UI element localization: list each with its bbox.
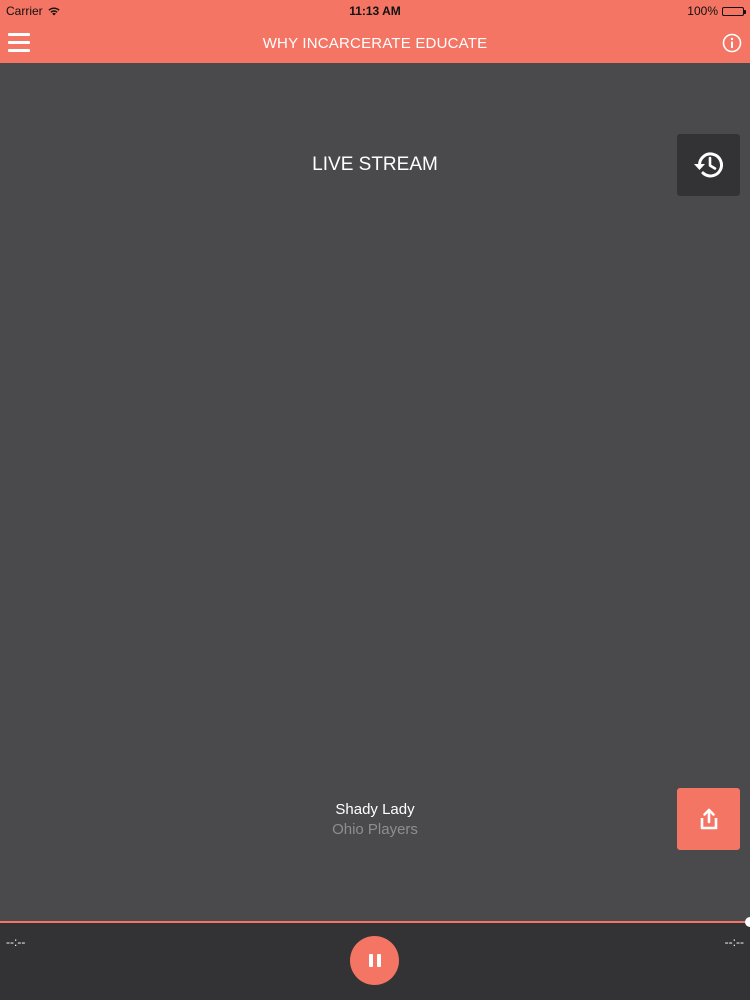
time-elapsed: --:-- [6, 935, 26, 949]
status-bar: Carrier 11:13 AM 100% [0, 0, 750, 22]
section-title: LIVE STREAM [312, 154, 438, 175]
hamburger-menu-icon[interactable] [8, 33, 30, 53]
progress-bar[interactable] [0, 917, 750, 927]
track-artist: Ohio Players [332, 821, 418, 838]
app-screen: Carrier 11:13 AM 100% WHY INCARCERATE ED… [0, 0, 750, 1000]
share-icon [700, 808, 717, 830]
history-clock-icon [693, 152, 723, 178]
battery-icon [722, 6, 746, 16]
nav-bar: WHY INCARCERATE EDUCATE [0, 22, 750, 63]
main-content: LIVE STREAM Shady Lady Ohio Players [0, 63, 750, 921]
share-button[interactable] [677, 788, 740, 850]
track-title: Shady Lady [335, 801, 415, 818]
status-battery: 100% [687, 4, 746, 18]
pause-button[interactable] [350, 936, 399, 985]
time-remaining: --:-- [724, 935, 744, 949]
pause-icon [367, 954, 383, 967]
status-time: 11:13 AM [349, 4, 401, 18]
nav-title: WHY INCARCERATE EDUCATE [262, 35, 488, 52]
player-bar: --:-- --:-- [0, 917, 750, 1000]
battery-percent: 100% [687, 4, 718, 18]
info-icon[interactable] [722, 33, 742, 53]
progress-knob[interactable] [745, 917, 750, 927]
history-button[interactable] [677, 134, 740, 196]
